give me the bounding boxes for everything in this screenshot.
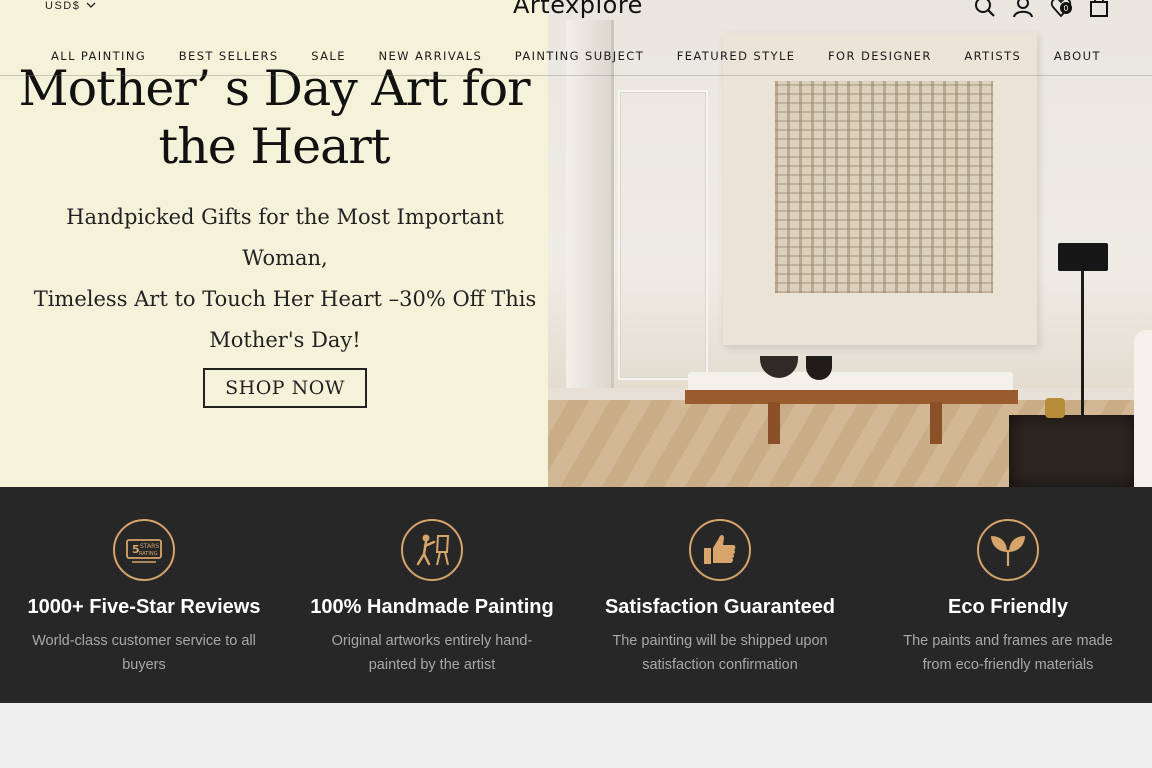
feature-description: The paints and frames are made from eco-… xyxy=(903,633,1113,673)
feature-description: World-class customer service to all buye… xyxy=(32,633,256,673)
hero-title-line2: the Heart xyxy=(158,118,391,175)
feature-title: Eco Friendly xyxy=(947,596,1069,618)
currency-selector[interactable]: USD$ xyxy=(45,0,96,12)
bench-leg xyxy=(768,402,780,444)
feature-description: The painting will be shipped upon satisf… xyxy=(612,633,828,673)
feature-description: Original artworks entirely hand-painted … xyxy=(331,633,533,673)
nav-item-artists[interactable]: ARTISTS xyxy=(964,49,1021,63)
nav-item-about[interactable]: ABOUT xyxy=(1054,49,1101,63)
feature-title: 100% Handmade Painting xyxy=(310,596,554,618)
cart-icon[interactable] xyxy=(1088,0,1112,18)
header-actions: 0 xyxy=(974,0,1112,18)
hero-subtitle-line1: Handpicked Gifts for the Most Important … xyxy=(66,205,504,270)
sofa-edge xyxy=(1134,330,1152,487)
bench-cushion xyxy=(688,372,1013,392)
thumbs-up-icon xyxy=(688,518,752,582)
feature-title: Satisfaction Guaranteed xyxy=(604,596,836,618)
hero-subtitle-line2: Timeless Art to Touch Her Heart –30% Off… xyxy=(33,287,537,311)
featured-artwork xyxy=(723,33,1037,345)
artwork-texture xyxy=(775,81,993,293)
nav-item-best-sellers[interactable]: BEST SELLERS xyxy=(179,49,279,63)
hero-subtitle-line3: Mother's Day! xyxy=(209,328,361,352)
floor-lamp-shade xyxy=(1058,243,1108,271)
page-content-area xyxy=(0,703,1152,768)
bench-frame xyxy=(685,390,1018,404)
currency-label: USD$ xyxy=(45,0,81,12)
feature-eco: Eco Friendly The paints and frames are m… xyxy=(864,487,1152,703)
leaf-icon xyxy=(976,518,1040,582)
account-icon[interactable] xyxy=(1012,0,1036,18)
svg-text:RATING: RATING xyxy=(139,551,158,557)
shop-now-button[interactable]: SHOP NOW xyxy=(203,368,367,408)
svg-text:STARS: STARS xyxy=(140,543,159,550)
nav-item-all-painting[interactable]: ALL PAINTING xyxy=(51,49,146,63)
site-logo[interactable]: Artexplore xyxy=(513,0,643,19)
feature-title: 1000+ Five-Star Reviews xyxy=(27,596,261,618)
wall-molding xyxy=(618,90,708,380)
nav-item-sale[interactable]: SALE xyxy=(311,49,346,63)
features-strip: 5 STARS RATING 1000+ Five-Star Reviews W… xyxy=(0,487,1152,703)
feature-handmade: 100% Handmade Painting Original artworks… xyxy=(288,487,576,703)
nav-item-for-designer[interactable]: FOR DESIGNER xyxy=(828,49,932,63)
feature-reviews: 5 STARS RATING 1000+ Five-Star Reviews W… xyxy=(0,487,288,703)
bench-leg xyxy=(930,402,942,444)
small-vase xyxy=(1045,398,1065,418)
wishlist-icon[interactable]: 0 xyxy=(1050,0,1074,18)
wishlist-count-badge: 0 xyxy=(1060,2,1072,14)
hero-subtitle: Handpicked Gifts for the Most Important … xyxy=(30,197,540,361)
nav-item-painting-subject[interactable]: PAINTING SUBJECT xyxy=(515,49,644,63)
search-icon[interactable] xyxy=(974,0,998,18)
nav-item-new-arrivals[interactable]: NEW ARRIVALS xyxy=(379,49,483,63)
hero-title: Mother’ s Day Art for the Heart xyxy=(0,60,548,176)
feature-satisfaction: Satisfaction Guaranteed The painting wil… xyxy=(576,487,864,703)
chevron-down-icon xyxy=(86,1,96,12)
main-nav: ALL PAINTING BEST SELLERS SALE NEW ARRIV… xyxy=(0,36,1152,76)
five-stars-rating-icon: 5 STARS RATING xyxy=(112,518,176,582)
painter-easel-icon xyxy=(400,518,464,582)
nav-item-featured-style[interactable]: FEATURED STYLE xyxy=(677,49,796,63)
side-table xyxy=(1009,415,1137,487)
floor-lamp-pole xyxy=(1081,270,1084,420)
